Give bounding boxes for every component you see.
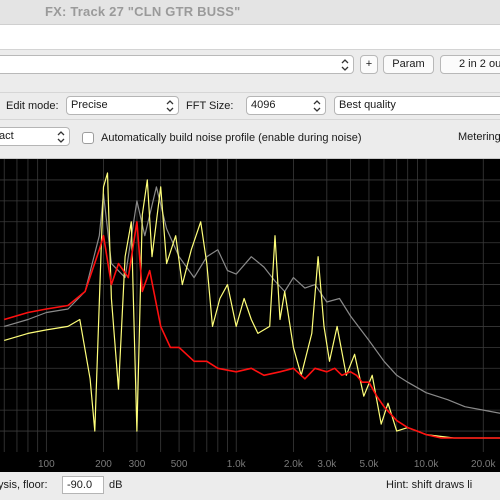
x-axis-ticks: 100 200 300 500 1.0k 2.0k 3.0k 5.0k 10.0k 20.0k bbox=[38, 459, 496, 470]
chevron-updown-icon bbox=[341, 58, 349, 72]
plot-grid bbox=[0, 159, 500, 452]
param-button[interactable]: Param bbox=[383, 55, 434, 74]
quality-select[interactable]: Best quality bbox=[334, 96, 500, 115]
chevron-updown-icon bbox=[166, 99, 174, 113]
spectrum-series-1 bbox=[4, 186, 500, 414]
preset-bar bbox=[0, 25, 500, 50]
x-tick-label: 100 bbox=[38, 459, 55, 470]
floor-unit: dB bbox=[109, 479, 123, 491]
chevron-updown-icon bbox=[313, 99, 321, 113]
x-tick-label: 1.0k bbox=[227, 459, 247, 470]
edit-mode-select[interactable]: Precise bbox=[66, 96, 179, 115]
x-tick-label: 20.0k bbox=[471, 459, 496, 470]
fft-size-label: FFT Size: bbox=[186, 100, 234, 112]
fft-size-value: 4096 bbox=[251, 99, 276, 111]
noise-options-row: act Automatically build noise profile (e… bbox=[0, 120, 500, 159]
spectrum-plot[interactable]: 100 200 300 500 1.0k 2.0k 3.0k 5.0k 10.0k 20.0k bbox=[0, 159, 500, 472]
edit-mode-value: Precise bbox=[71, 99, 108, 111]
settings-row: Edit mode: Precise FFT Size: 4096 Best q… bbox=[0, 93, 500, 120]
mode-value: act bbox=[0, 130, 14, 142]
auto-noise-checkbox[interactable] bbox=[82, 132, 94, 144]
x-tick-label: 2.0k bbox=[284, 459, 304, 470]
window-title: FX: Track 27 "CLN GTR BUSS" bbox=[45, 4, 241, 19]
floor-input[interactable]: -90.0 bbox=[62, 476, 104, 494]
auto-noise-label: Automatically build noise profile (enabl… bbox=[101, 132, 362, 144]
edit-mode-label: Edit mode: bbox=[6, 100, 59, 112]
bottom-bar: ysis, floor: -90.0 dB Hint: shift draws … bbox=[0, 472, 500, 500]
fft-size-select[interactable]: 4096 bbox=[246, 96, 326, 115]
fx-chain-select[interactable] bbox=[0, 55, 354, 74]
quality-value: Best quality bbox=[339, 99, 396, 111]
metering-label: Metering bbox=[458, 131, 500, 143]
x-tick-label: 10.0k bbox=[414, 459, 439, 470]
floor-label: ysis, floor: bbox=[0, 479, 48, 491]
x-tick-label: 5.0k bbox=[359, 459, 379, 470]
x-tick-label: 500 bbox=[171, 459, 188, 470]
fx-toolbar: + Param 2 in 2 ou bbox=[0, 50, 500, 93]
x-tick-label: 3.0k bbox=[317, 459, 337, 470]
io-routing-button[interactable]: 2 in 2 ou bbox=[440, 55, 500, 74]
spectrum-svg[interactable]: 100 200 300 500 1.0k 2.0k 3.0k 5.0k 10.0k 20.0k bbox=[0, 159, 500, 472]
x-tick-label: 200 bbox=[95, 459, 112, 470]
window-title-bar: FX: Track 27 "CLN GTR BUSS" bbox=[0, 0, 500, 25]
chevron-updown-icon bbox=[57, 130, 65, 144]
x-tick-label: 300 bbox=[129, 459, 146, 470]
add-fx-button[interactable]: + bbox=[360, 55, 378, 74]
mode-select[interactable]: act bbox=[0, 127, 70, 146]
hint-text: Hint: shift draws li bbox=[386, 479, 473, 491]
spectrum-series-3 bbox=[3, 220, 500, 439]
